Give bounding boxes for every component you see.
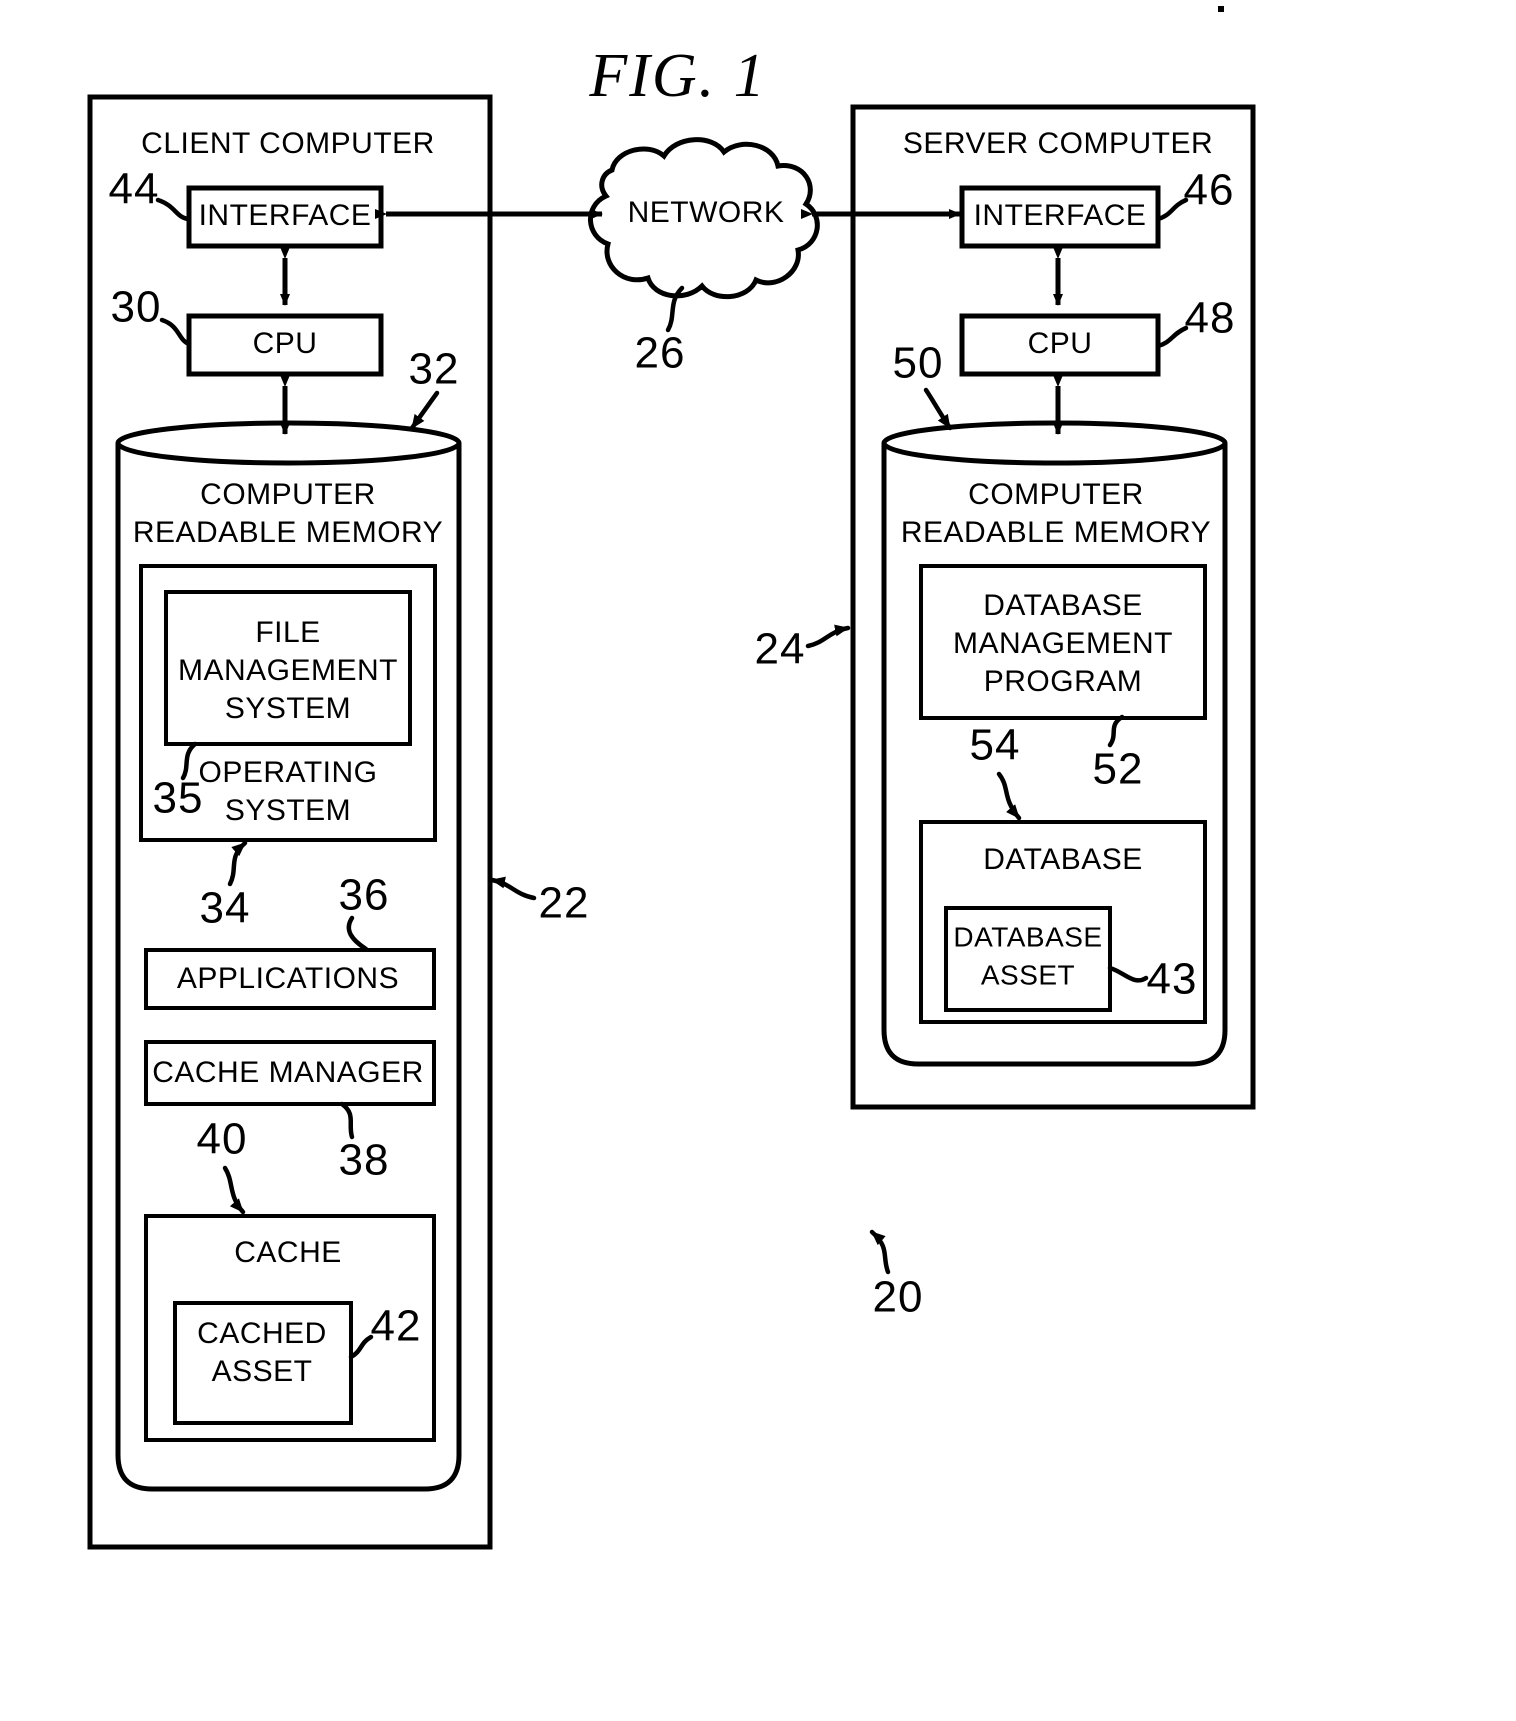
server-memory-label-line1: COMPUTER (968, 478, 1144, 511)
leader-24 (805, 624, 851, 649)
ref-22: 22 (539, 879, 590, 928)
client-interface-label: INTERFACE (199, 199, 372, 232)
leader-20 (869, 1229, 891, 1275)
leader-40 (222, 1165, 246, 1215)
leader-44 (155, 197, 192, 222)
ref-26: 26 (635, 329, 686, 378)
client-memory-label-line1: COMPUTER (200, 478, 376, 511)
leader-48 (1155, 325, 1189, 349)
client-fms-line1: FILE (255, 616, 320, 649)
server-database-asset-line1: DATABASE (953, 921, 1102, 952)
ref-30: 30 (111, 283, 162, 332)
client-cpu-label: CPU (253, 327, 318, 360)
server-database-label: DATABASE (983, 843, 1143, 876)
ref-48: 48 (1185, 294, 1236, 343)
leader-52 (1107, 714, 1125, 748)
leader-38 (339, 1101, 355, 1140)
ref-35: 35 (153, 774, 204, 823)
client-memory-label-line2: READABLE MEMORY (133, 516, 443, 549)
ref-43: 43 (1147, 955, 1198, 1004)
server-memory-cylinder-top (881, 420, 1228, 466)
ref-50: 50 (893, 339, 944, 388)
client-applications-label: APPLICATIONS (177, 962, 399, 995)
client-operating-system-line1: OPERATING (199, 756, 378, 789)
client-cache-label: CACHE (234, 1236, 342, 1269)
server-interface-label: INTERFACE (974, 199, 1147, 232)
server-memory-label-line2: READABLE MEMORY (901, 516, 1211, 549)
ref-52: 52 (1093, 745, 1144, 794)
network-label: NETWORK (628, 196, 785, 229)
ref-32: 32 (409, 345, 460, 394)
figure-canvas: FIG. 1 CLIENT COMPUTER INTERFACE 44 CPU … (87, 6, 1256, 1550)
client-cache-manager-label: CACHE MANAGER (152, 1056, 424, 1089)
server-database-asset-line2: ASSET (981, 959, 1075, 990)
client-fms-line3: SYSTEM (225, 692, 351, 725)
client-cached-asset-line2: ASSET (212, 1355, 313, 1388)
server-dbms-line3: PROGRAM (984, 665, 1143, 698)
ref-24: 24 (755, 625, 806, 674)
ref-34: 34 (200, 884, 251, 933)
client-operating-system-line2: SYSTEM (225, 794, 351, 827)
ref-36: 36 (339, 871, 390, 920)
leader-22 (489, 876, 537, 901)
client-fms-line2: MANAGEMENT (178, 654, 398, 687)
ref-38: 38 (339, 1136, 390, 1185)
ref-20: 20 (873, 1273, 924, 1322)
leader-54 (996, 771, 1022, 821)
client-cached-asset-line1: CACHED (197, 1317, 327, 1350)
leader-36 (346, 915, 369, 952)
ref-44: 44 (109, 165, 160, 214)
scan-speck (1218, 6, 1224, 12)
server-dbms-line1: DATABASE (983, 589, 1143, 622)
patent-figure-page: FIG. 1 CLIENT COMPUTER INTERFACE 44 CPU … (0, 0, 1516, 1721)
ref-42: 42 (371, 1302, 422, 1351)
ref-40: 40 (197, 1115, 248, 1164)
figure-title: FIG. 1 (588, 42, 766, 110)
leader-32 (409, 390, 440, 431)
server-cpu-label: CPU (1028, 327, 1093, 360)
client-memory-cylinder-top (115, 420, 462, 466)
leader-46 (1155, 197, 1189, 222)
leader-50 (923, 387, 953, 431)
leader-34 (227, 840, 248, 887)
ref-46: 46 (1184, 166, 1235, 215)
server-computer-title: SERVER COMPUTER (903, 127, 1213, 160)
ref-54: 54 (970, 721, 1021, 770)
leader-30 (159, 317, 192, 347)
client-computer-title: CLIENT COMPUTER (141, 127, 435, 160)
server-dbms-line2: MANAGEMENT (953, 627, 1173, 660)
